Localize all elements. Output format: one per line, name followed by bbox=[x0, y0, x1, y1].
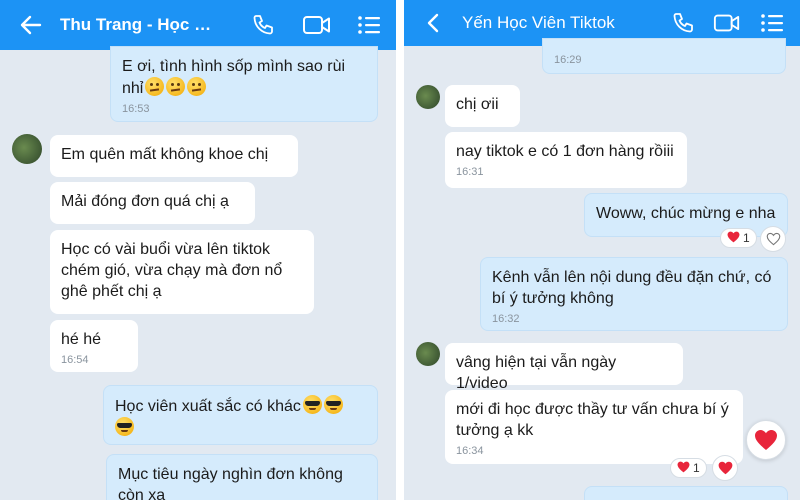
left-chat-panel: Thu Trang - Học vi... E ơi, tình hình số… bbox=[0, 0, 396, 500]
left-chat-header: Thu Trang - Học vi... bbox=[0, 0, 396, 50]
contact-avatar[interactable] bbox=[12, 134, 42, 164]
cool-sunglasses-emoji-icon bbox=[302, 395, 322, 414]
quick-heart-reaction-button[interactable] bbox=[746, 420, 786, 460]
reaction-count: 1 bbox=[693, 461, 700, 475]
cool-sunglasses-emoji-icon bbox=[323, 395, 343, 414]
message-text: vâng hiện tại vẫn ngày 1/video bbox=[456, 354, 617, 392]
contact-avatar[interactable] bbox=[416, 85, 440, 109]
message-bubble-outgoing-partial[interactable] bbox=[584, 486, 788, 500]
message-text: Mục tiêu ngày nghìn đơn không còn xa bbox=[118, 466, 343, 500]
contact-name[interactable]: Yến Học Viên Tiktok bbox=[462, 13, 662, 33]
contact-name[interactable]: Thu Trang - Học vi... bbox=[60, 15, 218, 35]
message-bubble-incoming[interactable]: chị ơii bbox=[445, 85, 520, 127]
message-bubble-outgoing[interactable]: Woww, chúc mừng e nha bbox=[584, 193, 788, 237]
heart-icon bbox=[677, 461, 690, 476]
message-time: 16:29 bbox=[554, 54, 582, 66]
message-text: mới đi học được thầy tư vấn chưa bí ý tư… bbox=[456, 401, 729, 439]
message-text: Woww, chúc mừng e nha bbox=[596, 205, 776, 222]
thinking-face-emoji-icon bbox=[145, 77, 165, 96]
message-text: Học viên xuất sắc có khác bbox=[115, 398, 301, 415]
message-bubble-incoming[interactable]: Mải đóng đơn quá chị ạ bbox=[50, 182, 255, 224]
right-chat-panel: Yến Học Viên Tiktok 16:29 chị ơii nay ti… bbox=[404, 0, 800, 500]
video-call-icon[interactable] bbox=[302, 12, 332, 38]
reaction-count: 1 bbox=[743, 231, 750, 245]
message-bubble-outgoing[interactable]: Học viên xuất sắc có khác bbox=[103, 385, 378, 445]
message-bubble-incoming[interactable]: Em quên mất không khoe chị bbox=[50, 135, 298, 177]
message-bubble-incoming[interactable]: Học có vài buổi vừa lên tiktok chém gió,… bbox=[50, 230, 314, 314]
message-time: 16:32 bbox=[492, 313, 520, 325]
message-bubble-outgoing[interactable]: Kênh vẫn lên nội dung đều đặn chứ, có bí… bbox=[480, 257, 788, 331]
message-bubble-incoming[interactable]: hé hé 16:54 bbox=[50, 320, 138, 372]
message-bubble-outgoing[interactable]: 16:29 bbox=[542, 38, 786, 74]
message-text: Kênh vẫn lên nội dung đều đặn chứ, có bí… bbox=[492, 269, 772, 307]
message-bubble-incoming[interactable]: nay tiktok e có 1 đơn hàng rồiii 16:31 bbox=[445, 132, 687, 188]
thinking-face-emoji-icon bbox=[187, 77, 207, 96]
menu-list-icon[interactable] bbox=[759, 10, 785, 36]
video-call-icon[interactable] bbox=[712, 10, 742, 36]
message-time: 16:53 bbox=[122, 103, 150, 115]
message-bubble-incoming[interactable]: mới đi học được thầy tư vấn chưa bí ý tư… bbox=[445, 390, 743, 464]
reaction-summary[interactable]: 1 bbox=[670, 458, 707, 478]
message-time: 16:54 bbox=[61, 354, 89, 366]
menu-list-icon[interactable] bbox=[356, 12, 382, 38]
thinking-face-emoji-icon bbox=[166, 77, 186, 96]
message-text: Học có vài buổi vừa lên tiktok chém gió,… bbox=[61, 241, 283, 300]
back-arrow-icon[interactable] bbox=[18, 12, 44, 38]
message-text: hé hé bbox=[61, 331, 102, 348]
message-bubble-incoming[interactable]: vâng hiện tại vẫn ngày 1/video bbox=[445, 343, 683, 392]
message-text: Mải đóng đơn quá chị ạ bbox=[61, 193, 229, 210]
back-chevron-icon[interactable] bbox=[420, 10, 446, 36]
message-text: chị ơii bbox=[456, 96, 499, 113]
message-text: Em quên mất không khoe chị bbox=[61, 146, 269, 163]
message-text: nay tiktok e có 1 đơn hàng rồiii bbox=[456, 143, 674, 160]
message-time: 16:34 bbox=[456, 445, 484, 457]
contact-avatar[interactable] bbox=[416, 342, 440, 366]
message-bubble-outgoing[interactable]: Mục tiêu ngày nghìn đơn không còn xa bbox=[106, 454, 378, 500]
reaction-summary[interactable]: 1 bbox=[720, 228, 757, 248]
react-heart-filled-button[interactable] bbox=[712, 455, 738, 481]
phone-icon[interactable] bbox=[670, 10, 696, 36]
phone-icon[interactable] bbox=[250, 12, 276, 38]
heart-icon bbox=[727, 231, 740, 246]
cool-sunglasses-emoji-icon bbox=[115, 417, 134, 436]
message-time: 16:31 bbox=[456, 166, 484, 178]
react-heart-outline-button[interactable] bbox=[760, 226, 786, 252]
message-bubble-outgoing[interactable]: E ơi, tình hình sốp mình sao rùi nhỉ 16:… bbox=[110, 46, 378, 122]
